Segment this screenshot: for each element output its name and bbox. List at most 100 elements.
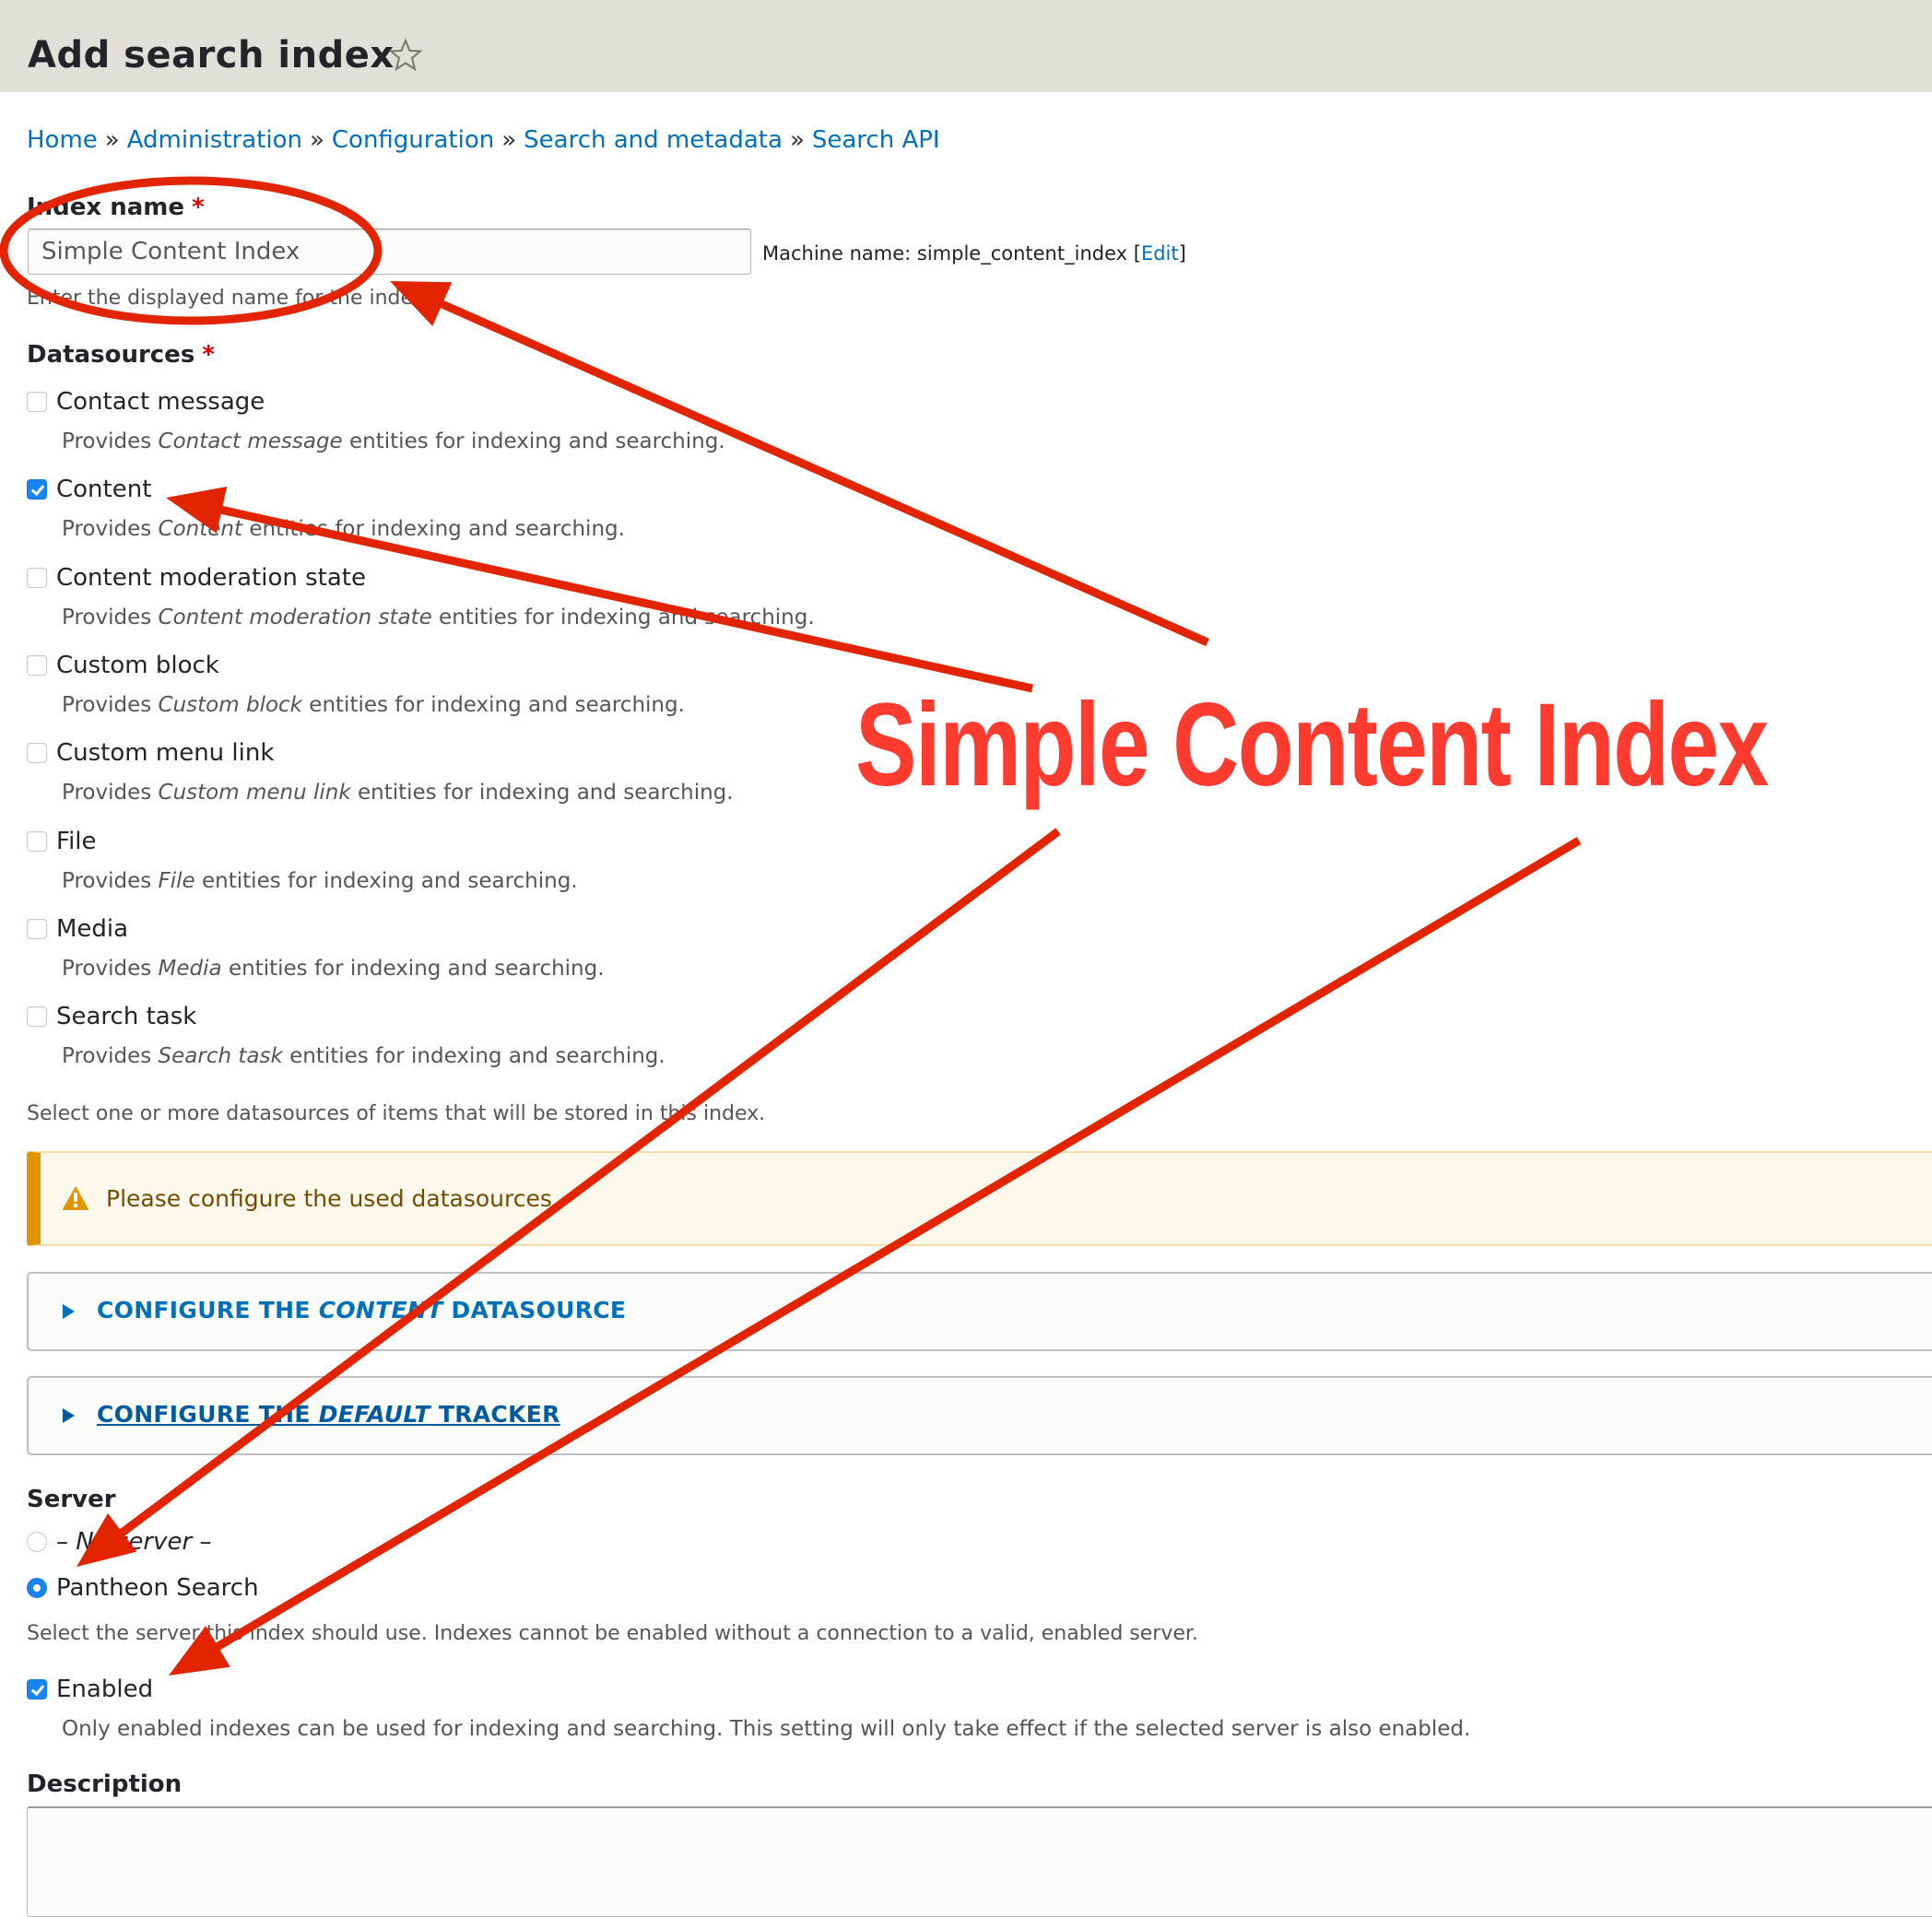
datasource-description: Provides Media entities for indexing and… <box>62 954 605 983</box>
summary-suffix: DATASOURCE <box>442 1297 627 1323</box>
server-help: Select the server this index should use.… <box>27 1622 1198 1645</box>
details-summary[interactable]: CONFIGURE THE DEFAULT TRACKER <box>97 1399 560 1430</box>
datasources-help: Select one or more datasources of items … <box>27 1102 766 1125</box>
datasource-checkbox[interactable] <box>27 655 47 676</box>
breadcrumb-administration[interactable]: Administration <box>127 126 302 154</box>
description-prefix: Provides <box>62 781 159 805</box>
annotation-overlay <box>0 176 1582 1676</box>
description-prefix: Provides <box>62 1044 159 1068</box>
server-option-label[interactable]: – No server – <box>56 1526 211 1558</box>
description-suffix: entities for indexing and searching. <box>194 869 578 893</box>
page-title: Add search index <box>28 34 395 76</box>
required-marker: * <box>192 194 205 221</box>
datasource-label[interactable]: Content moderation state <box>56 562 366 594</box>
breadcrumb-configuration[interactable]: Configuration <box>332 126 494 154</box>
datasource-checkbox[interactable] <box>27 568 47 588</box>
server-radio-no-server[interactable] <box>27 1532 47 1552</box>
machine-name-suffix: ] <box>1178 242 1186 265</box>
description-label: Description <box>27 1770 183 1798</box>
description-prefix: Provides <box>62 429 159 453</box>
summary-suffix: TRACKER <box>430 1401 560 1428</box>
datasource-description: Provides Custom block entities for index… <box>62 690 685 720</box>
datasource-description: Provides File entities for indexing and … <box>62 866 578 896</box>
datasources-label: Datasources * <box>27 339 215 370</box>
warning-triangle-icon <box>62 1186 89 1210</box>
summary-em: DEFAULT <box>318 1401 430 1428</box>
datasource-label[interactable]: Media <box>56 913 128 945</box>
description-entity: File <box>158 869 195 893</box>
description-textarea[interactable] <box>27 1806 1932 1917</box>
warning-message: Please configure the used datasources. <box>27 1151 1932 1246</box>
datasource-checkbox[interactable] <box>27 743 47 763</box>
description-entity: Content <box>158 517 243 541</box>
description-suffix: entities for indexing and searching. <box>431 606 815 629</box>
index-name-label: Index name * <box>27 192 205 223</box>
machine-name-edit-link[interactable]: Edit <box>1141 242 1179 265</box>
description-suffix: entities for indexing and searching. <box>221 957 605 981</box>
breadcrumb-search-and-metadata[interactable]: Search and metadata <box>524 126 783 154</box>
annotation-label: Simple Content Index <box>855 679 1769 811</box>
enabled-help: Only enabled indexes can be used for ind… <box>62 1717 1471 1741</box>
machine-name: Machine name: simple_content_index [Edit… <box>762 240 1186 267</box>
datasource-description: Provides Content entities for indexing a… <box>62 514 625 544</box>
datasource-label[interactable]: Custom menu link <box>56 737 274 769</box>
datasource-checkbox[interactable] <box>27 919 47 939</box>
description-suffix: entities for indexing and searching. <box>242 517 625 541</box>
expand-triangle-icon <box>63 1408 75 1423</box>
description-entity: Search task <box>158 1044 283 1068</box>
index-name-help: Enter the displayed name for the index. <box>27 287 431 310</box>
breadcrumb-search-api[interactable]: Search API <box>812 126 940 154</box>
description-entity: Contact message <box>158 429 343 453</box>
description-entity: Custom block <box>158 693 302 717</box>
description-suffix: entities for indexing and searching. <box>282 1044 666 1068</box>
summary-prefix: CONFIGURE THE <box>97 1401 319 1428</box>
datasource-checkbox[interactable] <box>27 479 47 500</box>
details-configure-content-datasource[interactable]: CONFIGURE THE CONTENT DATASOURCE <box>27 1272 1932 1351</box>
details-configure-default-tracker[interactable]: CONFIGURE THE DEFAULT TRACKER <box>27 1376 1932 1455</box>
enabled-checkbox[interactable] <box>27 1679 47 1699</box>
breadcrumb-separator: » <box>104 126 120 154</box>
datasource-description: Provides Search task entities for indexi… <box>62 1041 666 1071</box>
enabled-label[interactable]: Enabled <box>56 1674 153 1705</box>
server-option-label[interactable]: Pantheon Search <box>56 1572 259 1604</box>
server-radio-pantheon-search[interactable] <box>27 1578 47 1598</box>
datasource-label[interactable]: File <box>56 826 97 857</box>
summary-prefix: CONFIGURE THE <box>97 1297 319 1323</box>
description-prefix: Provides <box>62 606 159 629</box>
index-name-label-text: Index name <box>27 194 185 221</box>
datasources-label-text: Datasources <box>27 341 195 369</box>
description-entity: Content moderation state <box>158 606 432 629</box>
breadcrumb-separator: » <box>789 126 805 154</box>
description-entity: Custom menu link <box>158 781 351 805</box>
breadcrumb-separator: » <box>309 126 324 154</box>
datasource-label[interactable]: Content <box>56 474 151 505</box>
breadcrumb: Home» Administration» Configuration» Search… <box>27 123 940 157</box>
page-header: Add search index <box>0 0 1932 92</box>
description-prefix: Provides <box>62 517 159 541</box>
breadcrumb-separator: » <box>501 126 517 154</box>
index-name-input[interactable] <box>28 229 751 275</box>
description-entity: Media <box>158 957 222 981</box>
description-suffix: entities for indexing and searching. <box>302 693 685 717</box>
description-prefix: Provides <box>62 869 159 893</box>
datasource-description: Provides Contact message entities for in… <box>62 427 725 456</box>
datasource-label[interactable]: Custom block <box>56 650 219 681</box>
warning-text: Please configure the used datasources. <box>106 1185 560 1212</box>
description-suffix: entities for indexing and searching. <box>342 429 725 453</box>
star-outline-icon[interactable] <box>387 37 424 74</box>
datasource-checkbox[interactable] <box>27 831 47 852</box>
server-label: Server <box>27 1486 116 1513</box>
breadcrumb-home[interactable]: Home <box>27 126 98 154</box>
machine-name-text: Machine name: simple_content_index [ <box>762 242 1141 265</box>
datasource-checkbox[interactable] <box>27 392 47 412</box>
datasource-description: Provides Content moderation state entiti… <box>62 603 815 632</box>
datasource-label[interactable]: Search task <box>56 1001 196 1032</box>
datasource-checkbox[interactable] <box>27 1006 47 1027</box>
description-prefix: Provides <box>62 957 159 981</box>
expand-triangle-icon <box>63 1304 75 1319</box>
summary-em: CONTENT <box>318 1297 443 1323</box>
datasource-description: Provides Custom menu link entities for i… <box>62 778 734 807</box>
details-summary[interactable]: CONFIGURE THE CONTENT DATASOURCE <box>97 1295 626 1326</box>
description-suffix: entities for indexing and searching. <box>350 781 734 805</box>
datasource-label[interactable]: Contact message <box>56 386 265 418</box>
